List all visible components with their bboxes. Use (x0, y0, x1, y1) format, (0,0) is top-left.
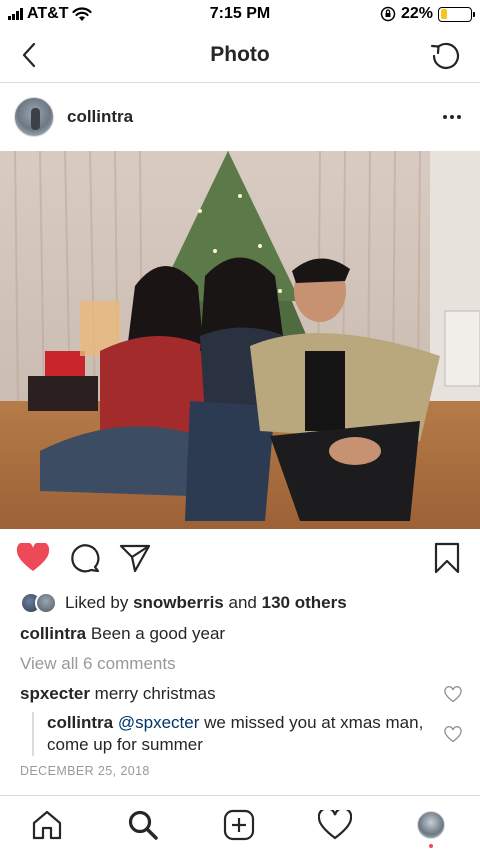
signal-icon (8, 8, 23, 20)
post-username[interactable]: collintra (67, 107, 133, 127)
battery-fill (440, 9, 447, 19)
post-header: collintra (0, 84, 480, 150)
caption-username[interactable]: collintra (20, 624, 86, 643)
liker-avatar (35, 592, 57, 614)
comment-icon[interactable] (67, 540, 103, 576)
likes-prefix: Liked by (65, 593, 129, 612)
status-right: 22% (380, 5, 475, 23)
wifi-icon (72, 6, 93, 21)
liker-avatars (20, 592, 57, 614)
activity-icon[interactable] (318, 808, 352, 842)
avatar[interactable] (14, 97, 54, 137)
more-options-icon[interactable] (438, 107, 466, 127)
battery-icon (438, 6, 475, 22)
heart-outline-icon[interactable] (444, 726, 462, 744)
bookmark-icon[interactable] (429, 540, 465, 576)
photo-illustration (0, 151, 480, 529)
search-icon[interactable] (126, 808, 160, 842)
reply-comment: collintra @spxecter we missed you at xma… (32, 712, 427, 756)
caption: collintra Been a good year (20, 624, 225, 644)
tab-bar (0, 795, 480, 854)
caption-text: Been a good year (90, 624, 226, 643)
action-row (0, 540, 480, 580)
carrier-label: AT&T (27, 5, 69, 22)
likes-and: and (228, 593, 257, 612)
status-bar: AT&T 7:15 PM 22% (0, 0, 480, 28)
battery-percent: 22% (400, 5, 433, 22)
likes-others[interactable]: 130 others (262, 593, 347, 613)
reply-username[interactable]: collintra (47, 713, 113, 732)
home-icon[interactable] (30, 808, 64, 842)
heart-outline-icon[interactable] (444, 686, 462, 704)
reply-mention[interactable]: @spxecter (118, 713, 200, 732)
refresh-icon[interactable] (428, 38, 462, 72)
comment-text: merry christmas (94, 684, 216, 703)
nav-bar: Photo (0, 28, 480, 83)
share-icon[interactable] (117, 540, 153, 576)
comment: spxecter merry christmas (20, 684, 216, 704)
page-title: Photo (210, 43, 270, 66)
back-arrow-icon[interactable] (14, 40, 44, 70)
likes-row[interactable]: Liked by snowberris and 130 others (20, 590, 347, 616)
view-all-comments-link[interactable]: View all 6 comments (20, 654, 176, 674)
status-left: AT&T (8, 5, 93, 23)
orientation-lock-icon (380, 6, 396, 22)
post-date: DECEMBER 25, 2018 (20, 764, 150, 778)
heart-filled-icon[interactable] (15, 540, 51, 576)
profile-tab[interactable] (414, 808, 448, 848)
new-post-icon[interactable] (222, 808, 256, 842)
profile-avatar[interactable] (417, 811, 445, 839)
notification-dot (429, 844, 433, 848)
post-photo[interactable] (0, 151, 480, 529)
comment-username[interactable]: spxecter (20, 684, 90, 703)
likes-user[interactable]: snowberris (133, 593, 224, 613)
